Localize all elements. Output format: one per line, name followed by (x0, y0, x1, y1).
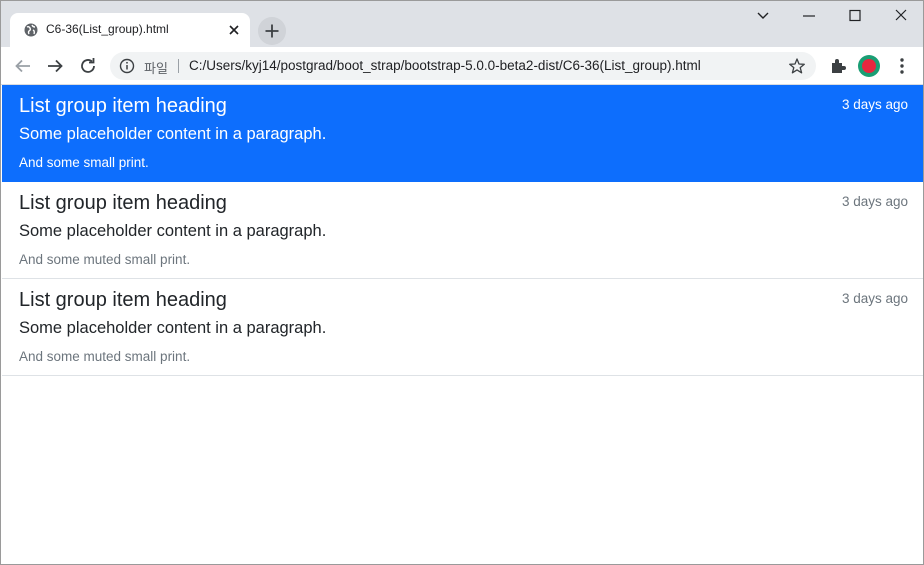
url-text[interactable]: C:/Users/kyj14/postgrad/boot_strap/boots… (189, 58, 701, 73)
list-group-item[interactable]: List group item heading 3 days ago Some … (2, 182, 923, 279)
maximize-icon[interactable] (843, 5, 867, 27)
forward-icon[interactable] (44, 55, 66, 77)
extensions-icon[interactable] (827, 55, 849, 77)
back-icon[interactable] (12, 55, 34, 77)
item-small-print: And some small print. (19, 155, 149, 170)
tab-search-icon[interactable] (751, 5, 775, 27)
tab-strip: C6-36(List_group).html (1, 1, 923, 47)
list-group-item[interactable]: List group item heading 3 days ago Some … (2, 279, 923, 376)
profile-avatar[interactable] (858, 55, 880, 77)
address-bar[interactable]: 파일 C:/Users/kyj14/postgrad/boot_strap/bo… (110, 52, 816, 80)
browser-toolbar: 파일 C:/Users/kyj14/postgrad/boot_strap/bo… (1, 47, 923, 85)
tab-title: C6-36(List_group).html (46, 22, 169, 36)
minimize-icon[interactable] (797, 5, 821, 27)
item-paragraph: Some placeholder content in a paragraph. (19, 319, 327, 337)
item-small-print: And some muted small print. (19, 252, 191, 267)
item-small-print: And some muted small print. (19, 349, 191, 364)
item-paragraph: Some placeholder content in a paragraph. (19, 222, 327, 240)
item-heading: List group item heading (19, 192, 227, 214)
info-icon[interactable] (119, 58, 135, 74)
list-group-item-active[interactable]: List group item heading 3 days ago Some … (2, 85, 923, 182)
browser-tab[interactable]: C6-36(List_group).html (10, 13, 250, 47)
list-group: List group item heading 3 days ago Some … (2, 85, 923, 376)
reload-icon[interactable] (77, 55, 99, 77)
bookmark-star-icon[interactable] (788, 57, 806, 75)
item-heading: List group item heading (19, 95, 227, 117)
scheme-label: 파일 (144, 61, 168, 76)
item-timestamp: 3 days ago (841, 194, 908, 209)
menu-icon[interactable] (891, 55, 913, 77)
omnibox-divider (178, 59, 179, 73)
globe-icon (24, 23, 38, 37)
close-tab-icon[interactable] (226, 22, 242, 38)
close-window-icon[interactable] (889, 5, 913, 27)
item-heading: List group item heading (19, 289, 227, 311)
item-paragraph: Some placeholder content in a paragraph. (19, 125, 327, 143)
new-tab-button[interactable] (258, 17, 286, 45)
item-timestamp: 3 days ago (841, 97, 908, 112)
item-timestamp: 3 days ago (841, 291, 908, 306)
